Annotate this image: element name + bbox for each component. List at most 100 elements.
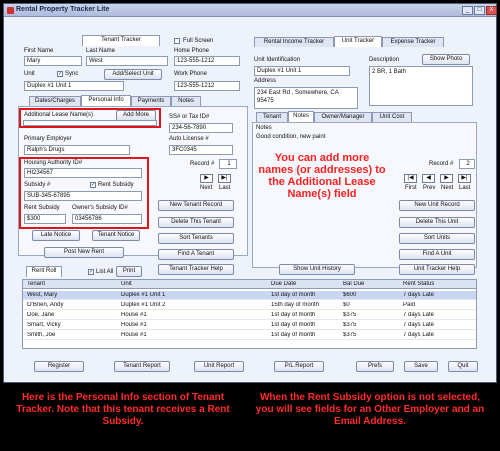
delete-this-tenant-button[interactable]: Delete This Tenant xyxy=(158,217,234,228)
full-screen-checkbox[interactable] xyxy=(174,38,180,44)
subsidy-field[interactable]: SUB-345-67895 xyxy=(24,191,142,201)
tab-rent-roll[interactable]: Rent Roll xyxy=(26,266,62,277)
rent-subsidy-checkbox-label: Rent Subsidy xyxy=(98,182,134,188)
register-button[interactable]: Register xyxy=(34,361,84,372)
unit-first-arrow-icon[interactable]: |◀ xyxy=(404,174,417,183)
table-row[interactable]: O'Brien, Andy Duplex #1 Unit 2 15th day … xyxy=(23,301,476,310)
first-name-field[interactable]: Mary xyxy=(24,56,82,66)
cell-tenant: West, Mary xyxy=(27,292,58,298)
table-row[interactable]: West, Mary Duplex #1 Unit 1 1st day of m… xyxy=(23,291,476,300)
find-a-tenant-button[interactable]: Find A Tenant xyxy=(158,249,234,260)
owner-subsidy-field[interactable]: 03456786 xyxy=(72,214,142,224)
unit-notes-label: Notes xyxy=(256,125,272,131)
post-new-rent-button[interactable]: Post New Rent xyxy=(44,247,124,258)
maximize-button[interactable]: □ xyxy=(474,6,485,15)
add-select-unit-button[interactable]: Add/Select Unit xyxy=(104,69,162,80)
auto-license-field[interactable]: 3FC0345 xyxy=(169,145,233,155)
late-notice-button[interactable]: Late Notice xyxy=(32,230,80,241)
tenant-report-button[interactable]: Tenant Report xyxy=(114,361,170,372)
sort-units-button[interactable]: Sort Units xyxy=(399,233,475,244)
prefs-button[interactable]: Prefs xyxy=(356,361,394,372)
unit-description-label: Description xyxy=(369,57,400,63)
cell-rent-status: Paid xyxy=(403,302,416,308)
housing-authority-field[interactable]: HI234567 xyxy=(24,168,142,178)
cell-unit: Duplex #1 Unit 2 xyxy=(121,302,166,308)
column-header-due-date[interactable]: Due Date xyxy=(271,281,296,287)
tab-rental-income-tracker[interactable]: Rental Income Tracker xyxy=(254,37,334,47)
column-header-rent-status[interactable]: Rent Status xyxy=(403,281,434,287)
show-unit-history-button[interactable]: Show Unit History xyxy=(279,264,355,275)
tab-payments[interactable]: Payments xyxy=(131,96,171,106)
table-row[interactable]: Smith, Joe House #1 1st day of month $37… xyxy=(23,331,476,340)
unit-next-arrow-icon[interactable]: ▶ xyxy=(440,174,453,183)
print-button[interactable]: Print xyxy=(116,266,142,277)
additional-lease-label: Additional Lease Name(s) xyxy=(24,112,94,118)
find-a-unit-button[interactable]: Find A Unit xyxy=(399,249,475,260)
cell-bal-due: $375 xyxy=(343,312,357,318)
tenant-last-arrow-icon[interactable]: ▶| xyxy=(218,174,231,183)
ssn-field[interactable]: 234-56-7890 xyxy=(169,123,233,133)
unit-address-label: Address xyxy=(254,78,277,84)
minimize-button[interactable]: _ xyxy=(462,6,473,15)
tab-personal-info[interactable]: Personal Info xyxy=(81,95,131,106)
unit-address-field[interactable]: 234 East Rd , Somewhere, CA 95475 xyxy=(254,87,358,109)
additional-lease-field[interactable] xyxy=(23,120,157,126)
unit-description-field[interactable]: 2 BR, 1 Bath xyxy=(369,66,473,106)
column-header-bal-due[interactable]: Bal Due xyxy=(343,281,364,287)
list-all-checkbox[interactable]: ✓ xyxy=(88,269,94,275)
rent-subsidy-amount-field[interactable]: $300 xyxy=(24,214,66,224)
tab-unit-notes[interactable]: Notes xyxy=(288,111,314,122)
unit-notes-text[interactable]: Good condition, new paint xyxy=(256,134,325,140)
cell-tenant: Smith, Joe xyxy=(27,332,56,338)
sort-tenants-button[interactable]: Sort Tenants xyxy=(158,233,234,244)
cell-due-date: 15th day of month xyxy=(271,302,320,308)
unit-select[interactable]: Duplex #1 Unit 1 xyxy=(24,81,124,91)
new-tenant-record-button[interactable]: New Tenant Record xyxy=(158,200,234,211)
tenant-tracker-help-button[interactable]: Tenant Tracker Help xyxy=(158,264,234,275)
tab-unit-tracker[interactable]: Unit Tracker xyxy=(334,36,382,47)
last-name-field[interactable]: West xyxy=(86,56,168,66)
quit-button[interactable]: Quit xyxy=(448,361,478,372)
cell-due-date: 1st day of month xyxy=(271,332,316,338)
unit-report-button[interactable]: Unit Report xyxy=(194,361,244,372)
tenant-record-field[interactable]: 1 xyxy=(219,159,237,169)
tenant-notice-button[interactable]: Tenant Notice xyxy=(92,230,140,241)
tab-notes[interactable]: Notes xyxy=(171,96,201,106)
tab-dates-charges[interactable]: Dates/Charges xyxy=(29,96,81,106)
home-phone-field[interactable]: 123-555-1212 xyxy=(174,56,240,66)
unit-tracker-help-button[interactable]: Unit Tracker Help xyxy=(399,264,475,275)
center-annotation: You can add more names (or addresses) to… xyxy=(258,152,386,200)
delete-this-unit-button[interactable]: Delete This Unit xyxy=(399,217,475,228)
show-photo-button[interactable]: Show Photo xyxy=(422,54,470,65)
unit-address-line1: 234 East Rd , Somewhere, CA xyxy=(257,90,339,96)
tenant-next-arrow-icon[interactable]: ▶ xyxy=(200,174,213,183)
tab-owner-manager[interactable]: Owner/Manager xyxy=(314,112,372,122)
tab-expense-tracker[interactable]: Expense Tracker xyxy=(382,37,444,47)
table-row[interactable]: Doe, Jane House #1 1st day of month $375… xyxy=(23,311,476,320)
cell-due-date: 1st day of month xyxy=(271,322,316,328)
close-button[interactable]: X xyxy=(486,6,497,15)
home-phone-label: Home Phone xyxy=(174,48,210,54)
cell-due-date: 1st day of month xyxy=(271,292,316,298)
cell-unit: House #1 xyxy=(121,332,147,338)
rent-subsidy-checkbox[interactable]: ✓ xyxy=(90,182,96,188)
work-phone-field[interactable]: 123-555-1212 xyxy=(174,81,240,91)
column-header-unit[interactable]: Unit xyxy=(121,281,132,287)
column-header-tenant[interactable]: Tenant xyxy=(27,281,45,287)
cell-tenant: O'Brien, Andy xyxy=(27,302,64,308)
save-button[interactable]: Save xyxy=(404,361,438,372)
table-row[interactable]: Smart, Vicky House #1 1st day of month $… xyxy=(23,321,476,330)
cell-bal-due: $375 xyxy=(343,332,357,338)
title-bar: Rental Property Tracker Lite _ □ X xyxy=(4,4,497,17)
tab-tenant-tracker[interactable]: Tenant Tracker xyxy=(82,35,160,46)
pl-report-button[interactable]: P/L Report xyxy=(274,361,324,372)
tab-unit-cost[interactable]: Unit Cost xyxy=(372,112,412,122)
unit-record-field[interactable]: 2 xyxy=(459,159,475,169)
sync-checkbox[interactable]: ✓ xyxy=(57,71,63,77)
tab-unit-tenant[interactable]: Tenant xyxy=(256,112,288,122)
unit-last-arrow-icon[interactable]: ▶| xyxy=(458,174,471,183)
unit-identification-field[interactable]: Duplex #1 Unit 1 xyxy=(254,66,350,76)
new-unit-record-button[interactable]: New Unit Record xyxy=(399,200,475,211)
unit-prev-arrow-icon[interactable]: ◀ xyxy=(422,174,435,183)
primary-employer-field[interactable]: Ralph's Drugs xyxy=(24,145,130,155)
